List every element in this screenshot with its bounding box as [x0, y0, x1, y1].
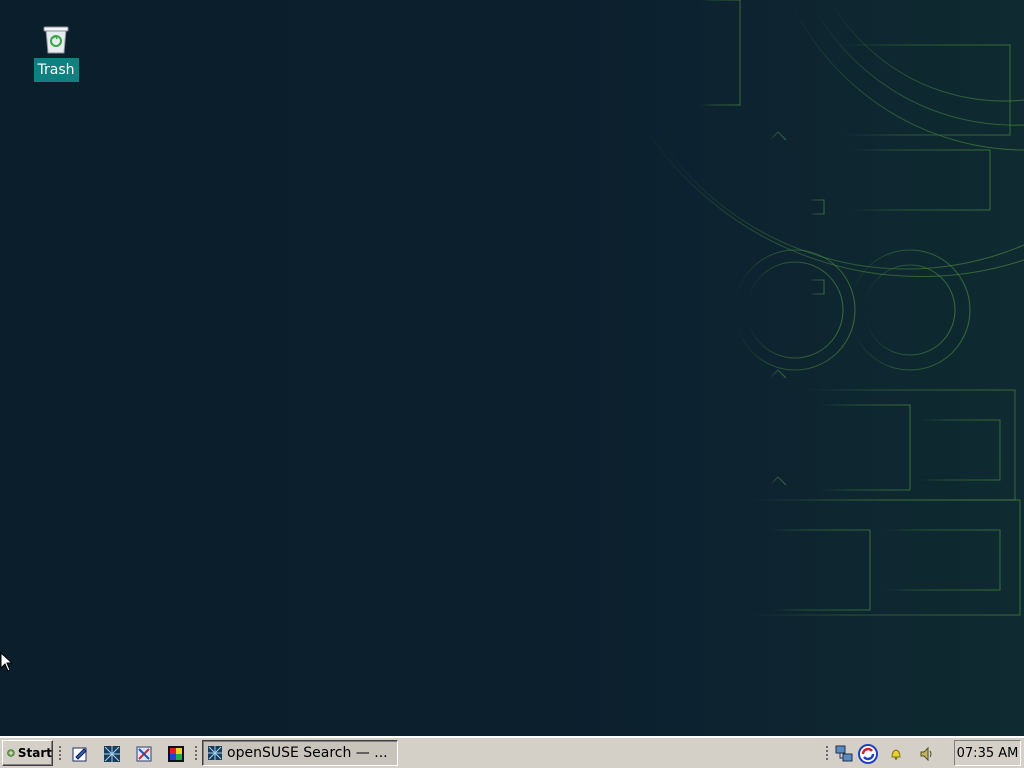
trash-icon [40, 22, 72, 56]
volume-icon [920, 746, 932, 762]
taskbar-clock[interactable]: 07:35 AM [954, 740, 1021, 766]
desktop: Trash [0, 0, 1024, 736]
desktop-icon-trash[interactable]: Trash [31, 22, 81, 90]
taskbar: Start openSUSE Search — ... 07:35 AM [0, 736, 1024, 768]
quick-launch-color-palette[interactable] [165, 743, 187, 765]
tray-notifications[interactable] [885, 743, 907, 765]
color-palette-icon [168, 746, 184, 762]
tray-network[interactable] [833, 743, 855, 765]
desktop-icon-label: Trash [33, 58, 79, 82]
edit-document-icon [72, 747, 87, 762]
wallpaper-blueprint [639, 0, 1024, 720]
start-logo-icon [7, 749, 15, 757]
tray-update-sync[interactable] [857, 743, 879, 765]
start-label: Start [17, 746, 52, 760]
browser-window-icon [208, 746, 222, 760]
quick-launch-network-blueprint[interactable] [101, 743, 123, 765]
tray-volume[interactable] [916, 743, 938, 765]
mouse-cursor-icon [0, 652, 12, 672]
network-icon [835, 745, 853, 762]
tray-grip[interactable] [825, 745, 829, 761]
task-button-opensuse-search[interactable]: openSUSE Search — ... [202, 740, 398, 766]
pencil-tool-icon [136, 746, 152, 762]
notification-bell-icon [891, 749, 901, 760]
toolbar-grip[interactable] [58, 745, 62, 761]
start-button[interactable]: Start [2, 740, 53, 766]
network-blueprint-icon [104, 746, 120, 762]
quick-launch-pencil-tool[interactable] [133, 743, 155, 765]
quick-launch-edit-document[interactable] [69, 743, 91, 765]
toolbar-grip[interactable] [194, 745, 198, 761]
task-button-label: openSUSE Search — ... [227, 745, 388, 761]
update-sync-icon [858, 744, 878, 764]
